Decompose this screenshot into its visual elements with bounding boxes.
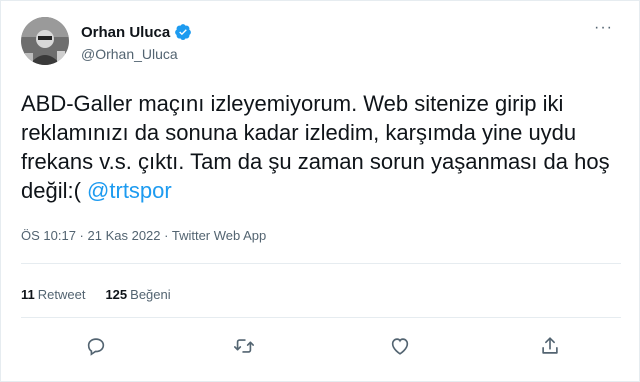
mention-link[interactable]: @trtspor — [87, 178, 172, 203]
avatar[interactable] — [21, 17, 69, 65]
like-icon[interactable] — [389, 335, 411, 357]
tweet-time[interactable]: ÖS 10:17 — [21, 228, 76, 243]
divider — [21, 317, 621, 318]
retweet-icon[interactable] — [233, 335, 255, 357]
tweet-text: ABD-Galler maçını izleyemiyorum. Web sit… — [21, 89, 626, 205]
tweet-stats: 11 Retweet 125 Beğeni — [21, 287, 171, 302]
verified-badge-icon — [174, 23, 192, 41]
likes-stat[interactable]: 125 Beğeni — [105, 287, 170, 302]
tweet-card: Orhan Uluca @Orhan_Uluca ··· ABD-Galler … — [0, 0, 640, 382]
tweet-meta: ÖS 10:17 · 21 Kas 2022 · Twitter Web App — [21, 228, 266, 243]
action-bar — [1, 335, 640, 359]
divider — [21, 263, 621, 264]
reply-icon[interactable] — [85, 335, 107, 357]
retweets-count: 11 — [21, 287, 35, 302]
meta-separator: · — [75, 228, 88, 243]
retweets-stat[interactable]: 11 Retweet — [21, 287, 85, 302]
share-icon[interactable] — [539, 335, 561, 357]
tweet-client[interactable]: Twitter Web App — [172, 228, 266, 243]
author-handle[interactable]: @Orhan_Uluca — [81, 46, 178, 62]
likes-label: Beğeni — [130, 287, 171, 302]
tweet-date[interactable]: 21 Kas 2022 — [88, 228, 161, 243]
author-name-row: Orhan Uluca — [81, 23, 192, 41]
more-options-icon[interactable]: ··· — [594, 20, 613, 36]
likes-count: 125 — [105, 287, 128, 302]
meta-separator: · — [160, 228, 172, 243]
retweets-label: Retweet — [37, 287, 86, 302]
author-display-name[interactable]: Orhan Uluca — [81, 24, 170, 41]
